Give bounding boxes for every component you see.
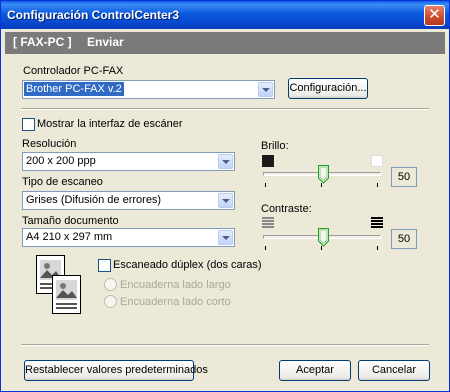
reset-defaults-button[interactable]: Restablecer valores predeterminados (24, 360, 208, 381)
contrast-low-icon (262, 217, 274, 228)
driver-select-value: Brother PC-FAX v.2 (24, 82, 124, 96)
header-tab-send: Enviar (87, 35, 124, 49)
doc-size-select-value: A4 210 x 297 mm (26, 231, 113, 243)
section-header: [ FAX-PC ] Enviar (5, 32, 445, 54)
contrast-label: Contraste: (261, 203, 312, 215)
brightness-light-icon (371, 155, 383, 167)
chevron-down-icon[interactable] (218, 193, 233, 208)
scan-type-select[interactable]: Grises (Difusión de errores) (22, 191, 235, 210)
driver-label: Controlador PC-FAX (23, 65, 124, 77)
duplex-pages-icon (36, 255, 81, 314)
ok-button[interactable]: Aceptar (279, 360, 351, 381)
header-tab-fax-pc: [ FAX-PC ] (13, 35, 72, 49)
brightness-label: Brillo: (261, 140, 289, 152)
long-edge-radio[interactable] (104, 278, 117, 291)
scanner-ui-label: Mostrar la interfaz de escáner (37, 118, 183, 130)
contrast-ticks (263, 246, 381, 250)
cancel-button[interactable]: Cancelar (358, 360, 430, 381)
doc-size-label: Tamaño documento (22, 215, 119, 227)
brightness-dark-icon (262, 155, 274, 167)
separator (21, 344, 429, 346)
scan-type-label: Tipo de escaneo (22, 176, 103, 188)
title-bar[interactable]: Configuración ControlCenter3 ✕ (1, 1, 449, 29)
separator (21, 108, 429, 110)
resolution-label: Resolución (22, 138, 77, 150)
short-edge-label: Encuaderna lado corto (120, 296, 231, 308)
chevron-down-icon[interactable] (258, 82, 273, 97)
doc-size-select[interactable]: A4 210 x 297 mm (22, 228, 235, 247)
configuration-button[interactable]: Configuración... (288, 78, 368, 99)
short-edge-radio[interactable] (104, 295, 117, 308)
settings-window: Configuración ControlCenter3 ✕ [ FAX-PC … (0, 0, 450, 392)
driver-select[interactable]: Brother PC-FAX v.2 (22, 80, 275, 99)
close-icon: ✕ (428, 6, 441, 23)
contrast-high-icon (371, 217, 383, 228)
settings-panel: Controlador PC-FAX Brother PC-FAX v.2 Co… (5, 54, 445, 388)
close-button[interactable]: ✕ (424, 5, 445, 26)
window-title: Configuración ControlCenter3 (7, 8, 180, 22)
chevron-down-icon[interactable] (218, 230, 233, 245)
duplex-label: Escaneado dúplex (dos caras) (113, 259, 262, 271)
scanner-ui-checkbox[interactable] (22, 118, 35, 131)
brightness-ticks (263, 183, 381, 187)
chevron-down-icon[interactable] (218, 154, 233, 169)
scan-type-select-value: Grises (Difusión de errores) (26, 194, 162, 206)
resolution-select-value: 200 x 200 ppp (26, 155, 96, 167)
long-edge-label: Encuaderna lado largo (120, 279, 231, 291)
brightness-value[interactable]: 50 (391, 167, 417, 187)
brightness-slider-thumb[interactable] (318, 165, 329, 184)
contrast-slider-thumb[interactable] (318, 228, 329, 247)
contrast-value[interactable]: 50 (391, 229, 417, 249)
duplex-checkbox[interactable] (98, 259, 111, 272)
resolution-select[interactable]: 200 x 200 ppp (22, 152, 235, 171)
